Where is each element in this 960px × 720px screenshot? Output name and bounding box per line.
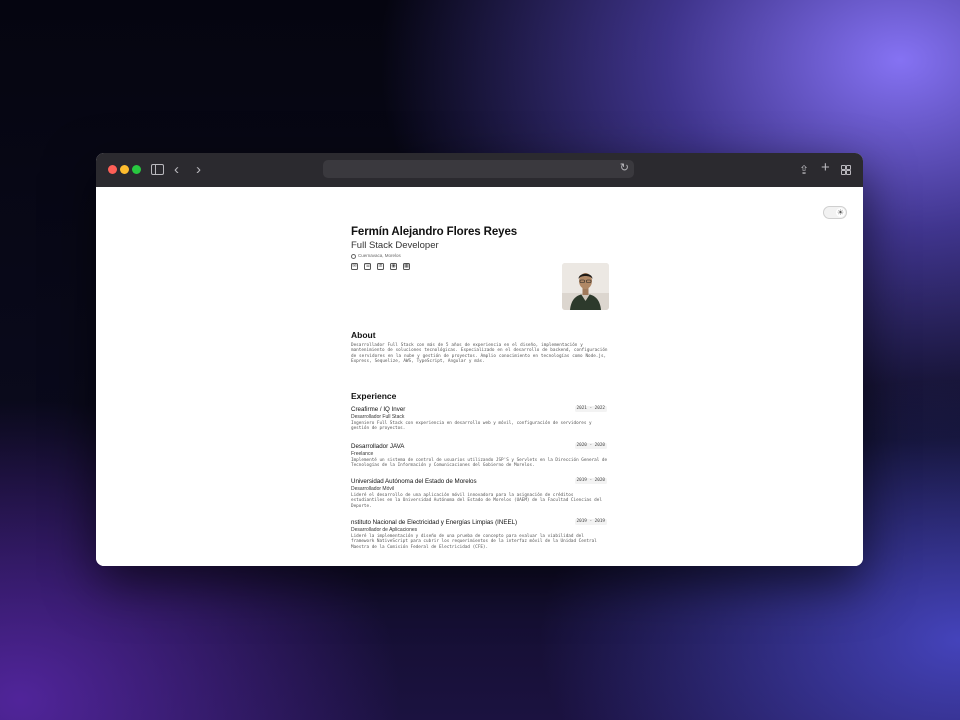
job-description: Lideré la implementación y diseño de una… — [351, 534, 597, 550]
job-dates: 2020 - 2020 — [574, 442, 607, 449]
job-description: Implementé un sistema de control de usua… — [351, 457, 608, 468]
browser-toolbar: ‹ › ↻ ⇪ + — [96, 153, 863, 188]
page-content: ☀ Fermín Alejandro Flores Reyes Full Sta… — [96, 187, 863, 566]
job-dates: 2019 - 2020 — [574, 478, 607, 485]
phone-icon[interactable]: ☏ — [364, 263, 371, 270]
new-tab-icon[interactable]: + — [821, 160, 830, 176]
experience-item: Desarrollador JAVA 2020 - 2020 Freelance… — [351, 442, 609, 469]
about-section: About Desarrollador Full Stack con más d… — [351, 330, 609, 364]
address-bar[interactable]: ↻ — [323, 160, 634, 178]
location-text: Cuernavaca, Morelos — [358, 253, 401, 258]
about-text: Desarrollador Full Stack con más de 5 añ… — [351, 343, 608, 364]
job-company: Desarrollador JAVA — [351, 442, 405, 450]
experience-heading: Experience — [351, 391, 397, 401]
sidebar-icon[interactable] — [151, 164, 164, 175]
location: Cuernavaca, Morelos — [351, 253, 611, 259]
forward-icon[interactable]: › — [196, 162, 201, 178]
close-window-button[interactable] — [108, 165, 117, 174]
qr-icon[interactable]: ▦ — [403, 263, 410, 270]
reload-icon[interactable]: ↻ — [620, 161, 629, 174]
job-dates: 2021 - 2022 — [574, 406, 607, 412]
tab-overview-icon[interactable] — [841, 165, 851, 175]
job-title: Freelance — [351, 450, 374, 457]
page-title: Fermín Alejandro Flores Reyes — [351, 226, 518, 238]
job-company: nstituto Nacional de Electricidad y Ener… — [351, 519, 518, 527]
job-description: Ingeniero Full Stack con experiencia en … — [351, 421, 592, 432]
browser-window: ‹ › ↻ ⇪ + ☀ Fermín Alejandro Flores Reye… — [96, 153, 863, 566]
experience-item: nstituto Nacional de Electricidad y Ener… — [351, 518, 609, 550]
minimize-window-button[interactable] — [120, 165, 129, 174]
experience-item: Creafirme / IQ Inver 2021 - 2022 Desarro… — [351, 405, 609, 432]
mail-icon[interactable]: ✉ — [351, 263, 358, 270]
job-description: Lideré el desarrollo de una aplicación m… — [351, 493, 602, 509]
github-icon[interactable]: ◉ — [390, 263, 397, 270]
about-heading: About — [351, 330, 376, 340]
theme-toggle[interactable]: ☀ — [823, 206, 847, 219]
zoom-window-button[interactable] — [132, 165, 141, 174]
job-title: Desarrollador Full Stack — [351, 414, 405, 420]
experience-section: Experience Creafirme / IQ Inver 2021 - 2… — [351, 391, 609, 550]
experience-item: Universidad Autónoma del Estado de Morel… — [351, 477, 609, 509]
share-icon[interactable]: ⇪ — [799, 162, 809, 178]
job-company: Universidad Autónoma del Estado de Morel… — [351, 478, 477, 486]
avatar — [562, 263, 609, 310]
sun-icon: ☀ — [836, 208, 845, 217]
linkedin-icon[interactable]: in — [377, 263, 384, 270]
back-icon[interactable]: ‹ — [174, 162, 179, 178]
job-role: Full Stack Developer — [351, 240, 439, 251]
globe-icon — [351, 253, 356, 259]
job-company: Creafirme / IQ Inver — [351, 406, 406, 413]
job-dates: 2019 - 2019 — [574, 519, 607, 526]
